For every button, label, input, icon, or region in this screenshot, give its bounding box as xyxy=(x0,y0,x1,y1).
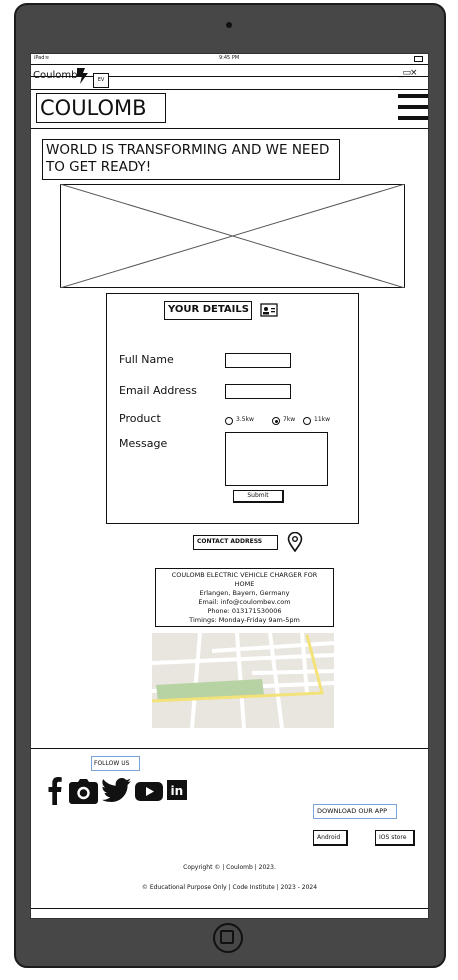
device-screen: iPad ≋ 9:45 PM Coulomb EV _▭× COULOMB WO… xyxy=(30,53,429,919)
follow-us-label: FOLLOW US xyxy=(94,760,130,767)
product-label: Product xyxy=(119,412,161,425)
status-bar-divider xyxy=(31,64,428,65)
battery-icon xyxy=(414,56,423,62)
full-name-label: Full Name xyxy=(119,353,174,366)
hamburger-menu-icon[interactable] xyxy=(398,93,428,121)
instagram-icon[interactable] xyxy=(69,779,98,804)
android-label: Android xyxy=(317,834,341,841)
contact-line-1: COULOMB ELECTRIC VEHICLE CHARGER FOR xyxy=(171,571,318,579)
contact-info-box: COULOMB ELECTRIC VEHICLE CHARGER FOR HOM… xyxy=(155,568,334,627)
follow-us-box: FOLLOW US xyxy=(91,756,140,771)
lightning-icon xyxy=(77,68,88,84)
radio-3-5kw-label: 3.5kw xyxy=(236,416,254,423)
app-title: Coulomb xyxy=(33,70,78,81)
hero-headline: WORLD IS TRANSFORMING AND WE NEED TO GET… xyxy=(46,142,330,175)
svg-text:in: in xyxy=(171,784,184,798)
status-time: 9:45 PM xyxy=(219,55,240,61)
contact-line-3: Erlangen, Bayern, Germany xyxy=(199,589,290,597)
hero-headline-box: WORLD IS TRANSFORMING AND WE NEED TO GET… xyxy=(42,139,340,180)
educational-text: © Educational Purpose Only | Code Instit… xyxy=(141,884,318,891)
ios-store-label: IOS store xyxy=(379,834,407,841)
download-app-label: DOWNLOAD OUR APP xyxy=(317,807,388,815)
linkedin-icon[interactable]: in xyxy=(167,780,187,800)
header-bottom-divider xyxy=(31,128,428,129)
ev-badge: EV xyxy=(93,73,109,88)
contact-line-2: HOME xyxy=(234,580,255,588)
submit-button[interactable]: Submit xyxy=(233,490,284,503)
location-pin-icon xyxy=(287,532,303,552)
android-button[interactable]: Android xyxy=(313,830,348,846)
youtube-icon[interactable] xyxy=(135,782,163,801)
download-app-box: DOWNLOAD OUR APP xyxy=(313,804,397,819)
browser-bar-divider xyxy=(31,76,428,77)
hero-image-placeholder xyxy=(60,184,405,288)
window-controls[interactable]: _▭× xyxy=(399,68,418,78)
ios-store-button[interactable]: IOS store xyxy=(375,830,415,846)
form-title: YOUR DETAILS xyxy=(168,304,249,315)
radio-7kw[interactable] xyxy=(272,417,280,425)
contact-line-6: Timings: Monday-Friday 9am-5pm xyxy=(189,616,300,624)
screen-bottom-divider xyxy=(31,908,428,909)
message-label: Message xyxy=(119,437,168,450)
radio-11kw[interactable] xyxy=(303,417,311,425)
radio-3-5kw[interactable] xyxy=(225,417,233,425)
contact-line-4: Email: info@coulombev.com xyxy=(198,598,291,606)
logo-box[interactable]: COULOMB xyxy=(36,93,166,123)
message-textarea[interactable] xyxy=(225,432,328,486)
contact-line-5: Phone: 013171530006 xyxy=(207,607,282,615)
contact-card-icon xyxy=(260,303,278,317)
copyright-text: Copyright © | Coulomb | 2023. xyxy=(183,864,276,871)
home-button-icon xyxy=(220,930,234,944)
facebook-icon[interactable] xyxy=(48,777,62,805)
footer-divider xyxy=(31,748,428,749)
email-input[interactable] xyxy=(225,384,291,399)
logo-text: COULOMB xyxy=(40,96,147,120)
header-top-divider xyxy=(31,89,428,90)
full-name-input[interactable] xyxy=(225,353,291,368)
twitter-icon[interactable] xyxy=(102,778,131,802)
contact-address-box: CONTACT ADDRESS xyxy=(193,535,278,550)
email-label: Email Address xyxy=(119,384,197,397)
radio-7kw-label: 7kw xyxy=(283,416,296,423)
radio-11kw-label: 11kw xyxy=(314,416,331,423)
location-map[interactable] xyxy=(152,633,334,728)
contact-address-title: CONTACT ADDRESS xyxy=(197,538,263,545)
wifi-icon: ≋ xyxy=(45,55,50,61)
details-form: YOUR DETAILS Full Name Email Address Pro… xyxy=(106,293,359,524)
status-device: iPad xyxy=(34,55,45,61)
camera-dot xyxy=(226,22,232,28)
form-title-box: YOUR DETAILS xyxy=(164,301,252,320)
